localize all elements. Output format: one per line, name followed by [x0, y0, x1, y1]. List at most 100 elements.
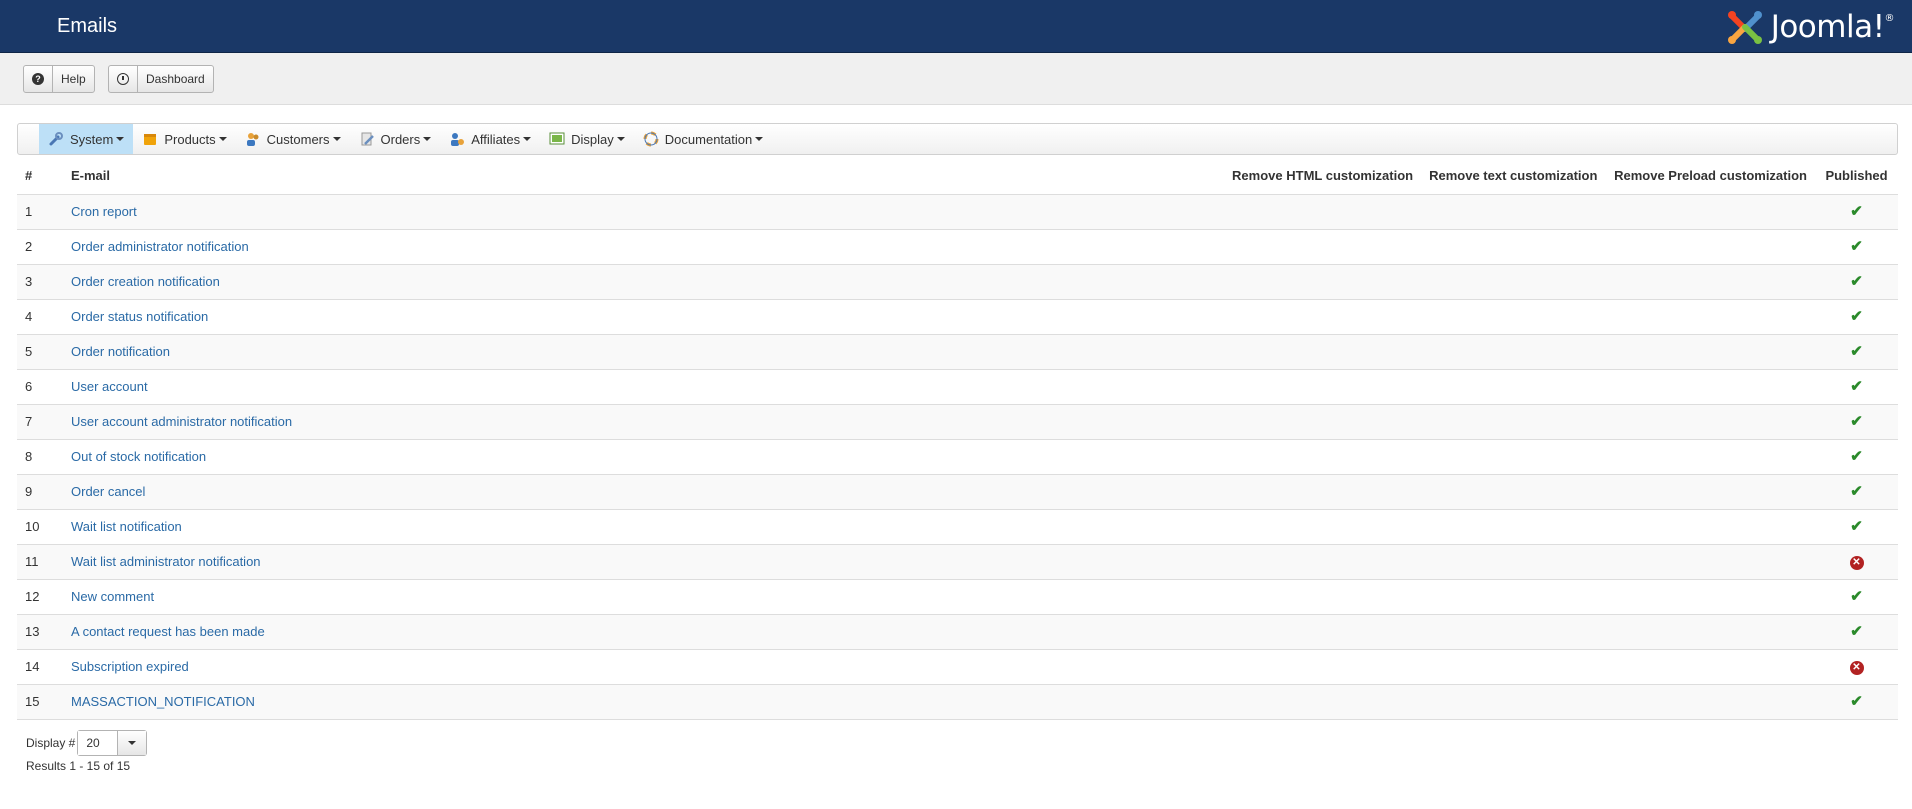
remove-preload-cell — [1606, 229, 1815, 265]
menu-customers-label: Customers — [266, 131, 330, 147]
published-check-icon[interactable]: ✔ — [1850, 518, 1863, 535]
header-published: Published — [1815, 158, 1898, 195]
caret-down-icon — [116, 137, 125, 141]
remove-text-cell — [1421, 439, 1607, 475]
email-link[interactable]: A contact request has been made — [71, 624, 265, 639]
remove-text-cell — [1421, 544, 1607, 580]
remove-preload-cell — [1606, 439, 1815, 475]
menu-documentation[interactable]: Documentation — [634, 124, 772, 154]
table-row: 12 New comment ✔ — [17, 579, 1898, 615]
menu-affiliates-label: Affiliates — [471, 131, 521, 147]
remove-text-cell — [1421, 334, 1607, 370]
email-link[interactable]: Cron report — [71, 204, 137, 219]
help-button[interactable]: ? Help — [23, 65, 95, 93]
email-link[interactable]: Order cancel — [71, 484, 145, 499]
header-remove-preload: Remove Preload customization — [1606, 158, 1815, 195]
row-num: 11 — [17, 544, 63, 580]
published-cell: ✔ — [1815, 369, 1898, 405]
unpublished-x-icon[interactable]: ✕ — [1849, 556, 1864, 570]
table-row: 3 Order creation notification ✔ — [17, 264, 1898, 300]
published-check-icon[interactable]: ✔ — [1850, 238, 1863, 255]
table-row: 15 MASSACTION_NOTIFICATION ✔ — [17, 684, 1898, 720]
email-link[interactable]: Wait list administrator notification — [71, 554, 261, 569]
remove-text-cell — [1421, 404, 1607, 440]
remove-preload-cell — [1606, 684, 1815, 720]
remove-html-cell — [1224, 369, 1422, 405]
published-cell: ✔ — [1815, 299, 1898, 335]
table-row: 11 Wait list administrator notification ✕ — [17, 544, 1898, 580]
menu-orders[interactable]: Orders — [350, 124, 441, 154]
row-num: 12 — [17, 579, 63, 615]
published-check-icon[interactable]: ✔ — [1850, 693, 1863, 710]
email-link[interactable]: User account — [71, 379, 148, 394]
caret-down-icon — [755, 137, 764, 141]
remove-text-cell — [1421, 649, 1607, 685]
email-link[interactable]: Out of stock notification — [71, 449, 206, 464]
published-check-icon[interactable]: ✔ — [1850, 203, 1863, 220]
remove-preload-cell — [1606, 614, 1815, 650]
published-cell: ✔ — [1815, 614, 1898, 650]
published-cell: ✔ — [1815, 474, 1898, 510]
row-num: 2 — [17, 229, 63, 265]
published-check-icon[interactable]: ✔ — [1850, 273, 1863, 290]
caret-down-icon — [128, 741, 137, 745]
remove-preload-cell — [1606, 509, 1815, 545]
email-cell: Order status notification — [63, 299, 1225, 335]
email-link[interactable]: Order administrator notification — [71, 239, 249, 254]
menu-products-label: Products — [164, 131, 216, 147]
menu-display[interactable]: Display — [540, 124, 634, 154]
published-check-icon[interactable]: ✔ — [1850, 623, 1863, 640]
menu-orders-label: Orders — [380, 131, 421, 147]
remove-text-cell — [1421, 614, 1607, 650]
dashboard-button[interactable]: Dashboard — [108, 65, 214, 93]
menu-products[interactable]: Products — [133, 124, 235, 154]
email-cell: Cron report — [63, 194, 1225, 230]
caret-down-icon — [423, 137, 432, 141]
remove-preload-cell — [1606, 264, 1815, 300]
menu-customers[interactable]: Customers — [236, 124, 350, 154]
unpublished-x-icon[interactable]: ✕ — [1849, 661, 1864, 675]
email-cell: A contact request has been made — [63, 614, 1225, 650]
remove-text-cell — [1421, 264, 1607, 300]
remove-text-cell — [1421, 229, 1607, 265]
remove-html-cell — [1224, 404, 1422, 440]
published-check-icon[interactable]: ✔ — [1850, 483, 1863, 500]
email-cell: Wait list administrator notification — [63, 544, 1225, 580]
remove-html-cell — [1224, 439, 1422, 475]
published-check-icon[interactable]: ✔ — [1850, 378, 1863, 395]
published-cell: ✔ — [1815, 194, 1898, 230]
published-check-icon[interactable]: ✔ — [1850, 308, 1863, 325]
published-cell: ✔ — [1815, 334, 1898, 370]
published-check-icon[interactable]: ✔ — [1850, 588, 1863, 605]
published-cell: ✔ — [1815, 264, 1898, 300]
affiliate-icon — [451, 133, 465, 146]
email-link[interactable]: Order notification — [71, 344, 170, 359]
email-link[interactable]: Wait list notification — [71, 519, 182, 534]
header-remove-html: Remove HTML customization — [1224, 158, 1422, 195]
remove-html-cell — [1224, 614, 1422, 650]
email-link[interactable]: MASSACTION_NOTIFICATION — [71, 694, 255, 709]
email-link[interactable]: Order creation notification — [71, 274, 220, 289]
published-check-icon[interactable]: ✔ — [1850, 343, 1863, 360]
row-num: 6 — [17, 369, 63, 405]
published-cell: ✔ — [1815, 439, 1898, 475]
table-row: 7 User account administrator notification… — [17, 404, 1898, 440]
menu-system[interactable]: System — [39, 124, 134, 154]
row-num: 4 — [17, 299, 63, 335]
display-limit-select[interactable]: 20 — [77, 730, 148, 756]
email-link[interactable]: New comment — [71, 589, 154, 604]
published-check-icon[interactable]: ✔ — [1850, 448, 1863, 465]
menu-affiliates[interactable]: Affiliates — [440, 124, 540, 154]
remove-preload-cell — [1606, 194, 1815, 230]
email-link[interactable]: User account administrator notification — [71, 414, 292, 429]
email-link[interactable]: Subscription expired — [71, 659, 189, 674]
remove-html-cell — [1224, 299, 1422, 335]
joomla-logo[interactable]: Joomla!® — [1725, 8, 1894, 46]
email-link[interactable]: Order status notification — [71, 309, 208, 324]
remove-text-cell — [1421, 579, 1607, 615]
results-count: Results 1 - 15 of 15 — [26, 759, 131, 773]
email-cell: Order administrator notification — [63, 229, 1225, 265]
email-cell: Out of stock notification — [63, 439, 1225, 475]
published-check-icon[interactable]: ✔ — [1850, 413, 1863, 430]
row-num: 1 — [17, 194, 63, 230]
